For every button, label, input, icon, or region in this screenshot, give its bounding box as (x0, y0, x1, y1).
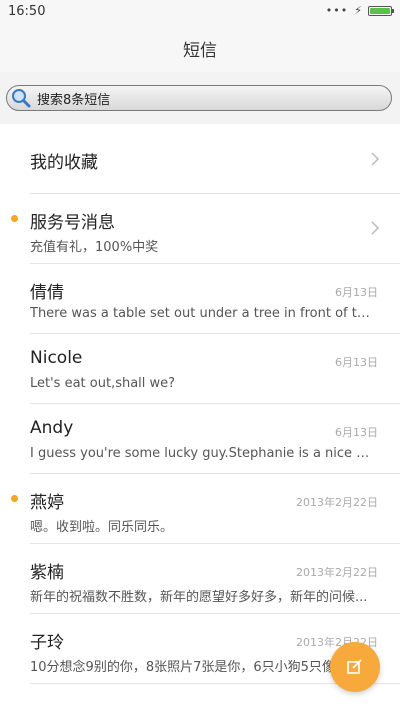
conversation-row[interactable]: 紫楠新年的祝福数不胜数，新年的愿望好多好多，新年的问候... 2013年2月22日 (0, 544, 400, 614)
conversation-date: 2013年2月22日 (296, 566, 378, 579)
conversation-row[interactable]: 燕婷嗯。收到啦。同乐同乐。 2013年2月22日 (0, 474, 400, 544)
favorites-item[interactable]: 我的收藏 (0, 124, 400, 194)
title-bar: 短信 (0, 24, 400, 72)
compose-icon (347, 659, 362, 674)
battery-fill (370, 7, 390, 14)
conversation-row[interactable]: 服务号消息充值有礼，100%中奖 (0, 194, 400, 264)
conversation-preview: There was a table set out under a tree i… (30, 306, 375, 321)
conversation-row[interactable]: Andy I guess you're some lucky guy.Stepha… (0, 404, 400, 474)
conversation-name: 子玲 (30, 633, 64, 653)
unread-dot (11, 215, 18, 222)
search-placeholder: 搜索8条短信 (37, 92, 111, 108)
conversation-preview: 新年的祝福数不胜数，新年的愿望好多好多，新年的问候... (30, 590, 368, 605)
conversation-name: 紫楠 (30, 563, 64, 583)
conversation-preview: I guess you're some lucky guy.Stephanie … (30, 446, 375, 461)
page-title: 短信 (183, 40, 217, 61)
conversation-date: 6月13日 (335, 286, 378, 299)
chevron-right-icon (371, 152, 380, 166)
chevron-right-icon (371, 221, 380, 235)
conversation-preview: 10分想念9别的你，8张照片7张是你，6只小狗5只像你... (30, 660, 361, 675)
battery-icon (368, 5, 394, 16)
conversation-name: 服务号消息 (30, 213, 115, 233)
conversation-date: 6月13日 (335, 356, 378, 369)
conversation-name: 倩倩 (30, 283, 64, 303)
conversation-date: 6月13日 (335, 426, 378, 439)
search-icon (11, 88, 31, 108)
status-icons: ••• ⚡ (325, 4, 394, 17)
conversation-name: Andy (30, 418, 74, 438)
conversation-row[interactable]: Nicole Let's eat out,shall we? 6月13日 (0, 334, 400, 404)
conversation-name: 燕婷 (30, 493, 64, 513)
conversation-row[interactable]: 倩倩 There was a table set out under a tree… (0, 264, 400, 334)
status-time: 16:50 (8, 4, 46, 19)
search-area: 搜索8条短信 (0, 72, 400, 124)
search-input[interactable]: 搜索8条短信 (6, 85, 392, 111)
conversation-preview: 嗯。收到啦。同乐同乐。 (30, 520, 174, 535)
conversation-preview: 充值有礼，100%中奖 (30, 240, 159, 255)
favorites-label: 我的收藏 (30, 153, 98, 173)
conversation-name: Nicole (30, 348, 83, 368)
signal-icon: ••• (325, 4, 349, 17)
compose-button[interactable] (330, 642, 380, 692)
status-bar: 16:50 ••• ⚡ (0, 0, 400, 24)
charging-bolt-icon: ⚡ (354, 4, 362, 17)
unread-dot (11, 495, 18, 502)
conversation-preview: Let's eat out,shall we? (30, 376, 176, 391)
conversation-list: 我的收藏 服务号消息充值有礼，100%中奖倩倩 There was a table… (0, 124, 400, 684)
conversation-date: 2013年2月22日 (296, 496, 378, 509)
